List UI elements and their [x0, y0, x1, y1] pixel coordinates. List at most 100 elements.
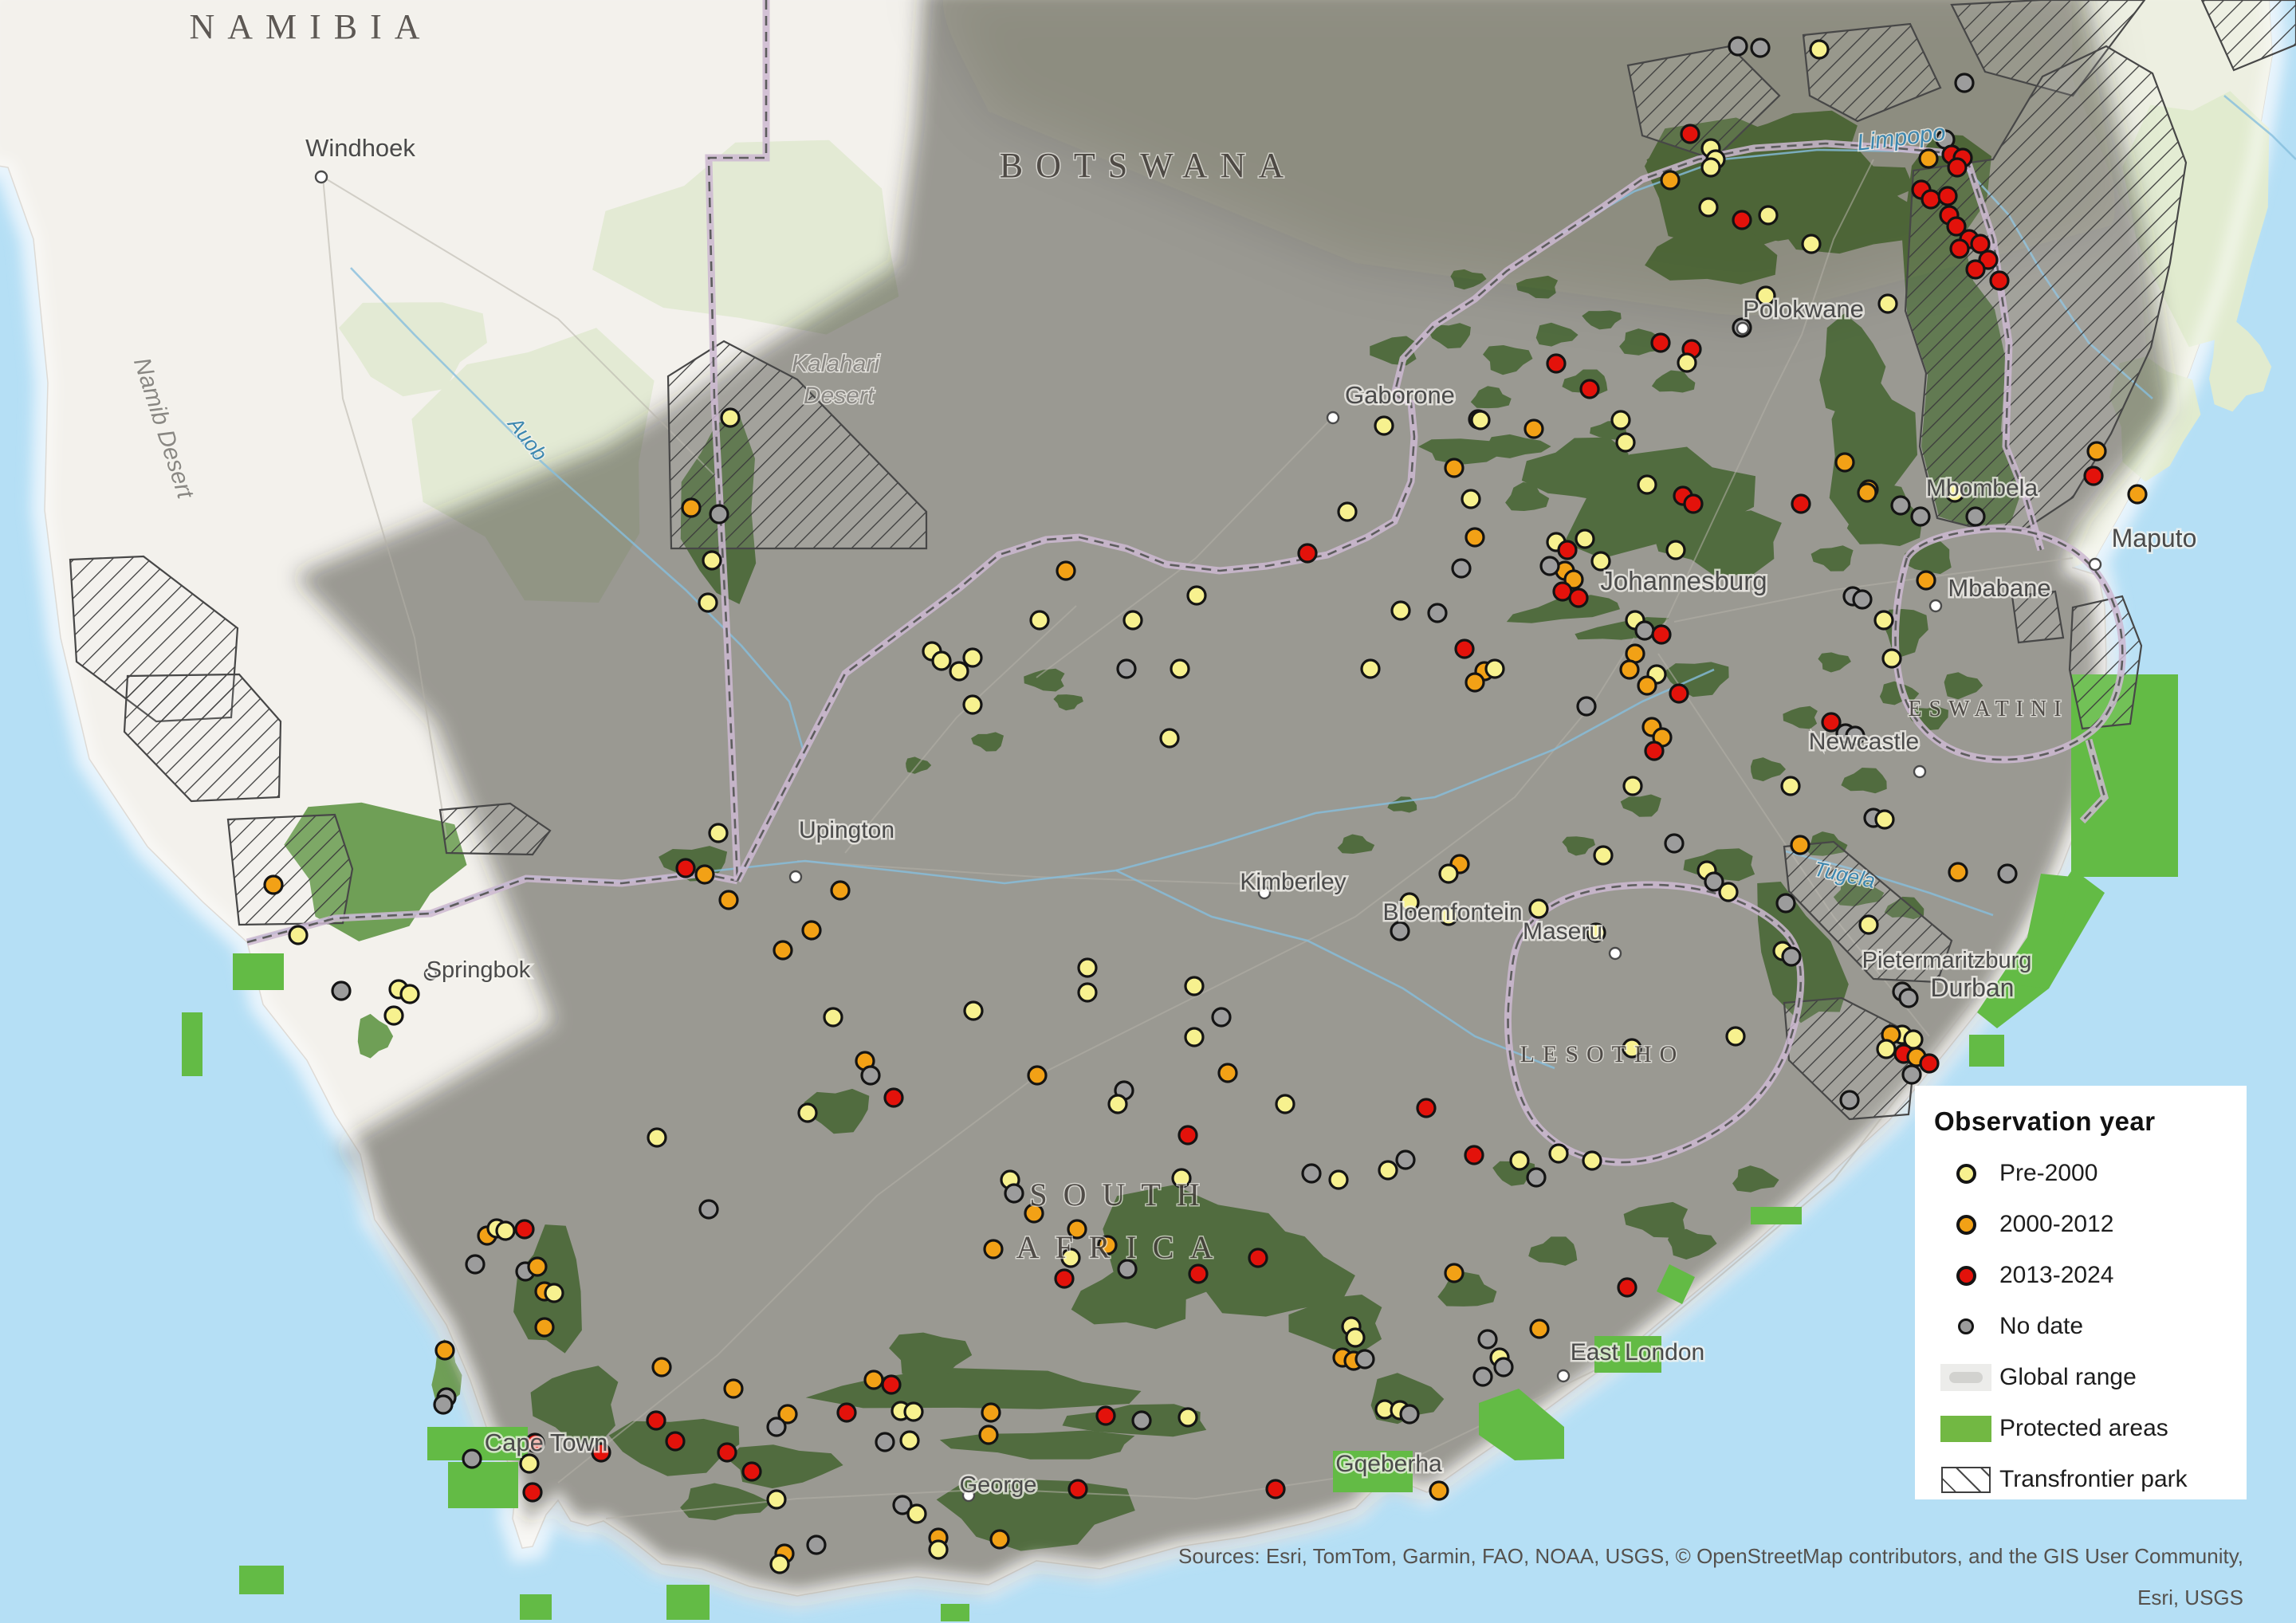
obs-point-2000-2012: [1430, 1482, 1448, 1499]
city-label: Upington: [799, 817, 894, 843]
obs-point-nodate: [1356, 1350, 1374, 1368]
obs-point-pre2000: [1727, 1028, 1744, 1045]
obs-point-2013-2024: [1189, 1265, 1207, 1283]
region-label: Kalahari: [792, 351, 880, 377]
city-label: Bloemfontein: [1382, 899, 1522, 925]
obs-point-nodate: [1967, 508, 1984, 525]
city-dot: [316, 171, 327, 183]
country-label: AFRICA: [1016, 1229, 1229, 1265]
2013-2024-dot-icon: [1956, 1266, 1976, 1286]
obs-point-2000-2012: [1525, 420, 1543, 438]
obs-point-2000-2012: [1920, 150, 1937, 167]
city-dot: [1610, 948, 1621, 959]
obs-point-nodate: [1303, 1165, 1320, 1182]
obs-point-2000-2012: [1858, 484, 1876, 501]
obs-point-2000-2012: [980, 1426, 997, 1444]
city-label: Springbok: [427, 957, 531, 983]
obs-point-2013-2024: [1685, 495, 1702, 513]
obs-point-2013-2024: [677, 859, 694, 877]
obs-point-pre2000: [905, 1403, 922, 1421]
obs-point-2013-2024: [838, 1404, 855, 1421]
marine-protected-area: [182, 1012, 202, 1076]
obs-point-2013-2024: [883, 1376, 900, 1393]
obs-point-2013-2024: [524, 1483, 541, 1501]
obs-point-nodate: [700, 1201, 718, 1218]
obs-point-2013-2024: [743, 1463, 761, 1480]
obs-point-pre2000: [1161, 729, 1178, 747]
obs-point-pre2000: [1624, 777, 1641, 795]
obs-point-nodate: [808, 1536, 825, 1554]
obs-point-nodate: [332, 982, 350, 1000]
marine-protected-area: [941, 1604, 969, 1621]
obs-point-2000-2012: [832, 882, 849, 899]
obs-point-pre2000: [1700, 198, 1717, 216]
obs-point-pre2000: [1124, 611, 1142, 629]
obs-point-nodate: [1453, 560, 1470, 577]
legend-item-global-range: Global range: [1932, 1352, 2247, 1403]
obs-point-pre2000: [933, 652, 950, 670]
obs-point-pre2000: [289, 926, 307, 944]
obs-point-pre2000: [1667, 541, 1685, 559]
obs-point-2013-2024: [1939, 187, 1956, 205]
legend-item-2000-2012: 2000-2012: [1932, 1199, 2247, 1250]
city-label: Mbombela: [1926, 475, 2038, 501]
obs-point-2000-2012: [536, 1318, 553, 1336]
city-label: Gqeberha: [1335, 1451, 1442, 1477]
obs-point-2000-2012: [1531, 1320, 1548, 1338]
obs-point-2013-2024: [1921, 1055, 1938, 1072]
obs-point-pre2000: [401, 985, 419, 1003]
obs-point-2013-2024: [647, 1412, 665, 1429]
obs-point-2000-2012: [696, 866, 714, 883]
city-label: Newcastle: [1809, 729, 1919, 755]
city-label: Maseru: [1523, 918, 1602, 945]
obs-point-2013-2024: [1652, 334, 1669, 352]
obs-point-nodate: [1005, 1185, 1023, 1202]
obs-point-pre2000: [1188, 587, 1205, 604]
obs-point-2000-2012: [774, 941, 792, 959]
obs-point-pre2000: [1638, 476, 1656, 493]
obs-point-2000-2012: [1836, 454, 1854, 471]
transfrontier-park: [2070, 596, 2141, 729]
obs-point-pre2000: [1678, 354, 1696, 371]
obs-point-2000-2012: [2129, 485, 2146, 503]
country-label: BOTSWANA: [1000, 146, 1296, 185]
obs-point-2013-2024: [718, 1444, 736, 1461]
obs-point-2000-2012: [1028, 1067, 1046, 1084]
obs-point-nodate: [1956, 74, 1973, 92]
obs-point-2013-2024: [1792, 495, 1810, 513]
obs-point-nodate: [1474, 1368, 1492, 1385]
city-label: East London: [1571, 1339, 1704, 1366]
global-range-swatch-icon: [1940, 1364, 1991, 1391]
obs-point-pre2000: [648, 1129, 666, 1146]
obs-point-2013-2024: [1670, 685, 1688, 702]
obs-point-nodate: [1401, 1405, 1418, 1423]
legend-item-pre2000: Pre-2000: [1932, 1148, 2247, 1199]
obs-point-nodate: [1892, 497, 1909, 514]
obs-point-pre2000: [1803, 235, 1820, 253]
obs-point-2013-2024: [1681, 125, 1699, 143]
obs-point-pre2000: [497, 1222, 514, 1240]
obs-point-pre2000: [901, 1432, 918, 1449]
obs-point-2000-2012: [1621, 661, 1638, 678]
obs-point-2013-2024: [1097, 1407, 1115, 1425]
obs-point-2000-2012: [1638, 677, 1656, 694]
obs-point-2000-2012: [991, 1531, 1008, 1548]
obs-point-2000-2012: [653, 1358, 670, 1376]
obs-point-2000-2012: [2088, 442, 2105, 460]
legend-panel: Observation year Pre-2000 2000-2012 2013…: [1915, 1086, 2247, 1499]
obs-point-nodate: [1751, 39, 1769, 57]
obs-point-pre2000: [703, 552, 721, 569]
obs-point-2000-2012: [803, 922, 820, 939]
obs-point-2000-2012: [1466, 674, 1484, 691]
country-label: NAMIBIA: [189, 7, 432, 46]
city-label: Maputo: [2112, 524, 2197, 552]
obs-point-nodate: [463, 1450, 481, 1468]
obs-point-nodate: [1429, 604, 1446, 622]
obs-point-2013-2024: [1465, 1146, 1483, 1164]
obs-point-nodate: [434, 1396, 452, 1413]
obs-point-pre2000: [1330, 1171, 1347, 1189]
transfrontier-swatch-icon: [1941, 1467, 1991, 1493]
obs-point-nodate: [1578, 698, 1595, 715]
obs-point-nodate: [1999, 865, 2016, 882]
obs-point-pre2000: [799, 1104, 816, 1122]
